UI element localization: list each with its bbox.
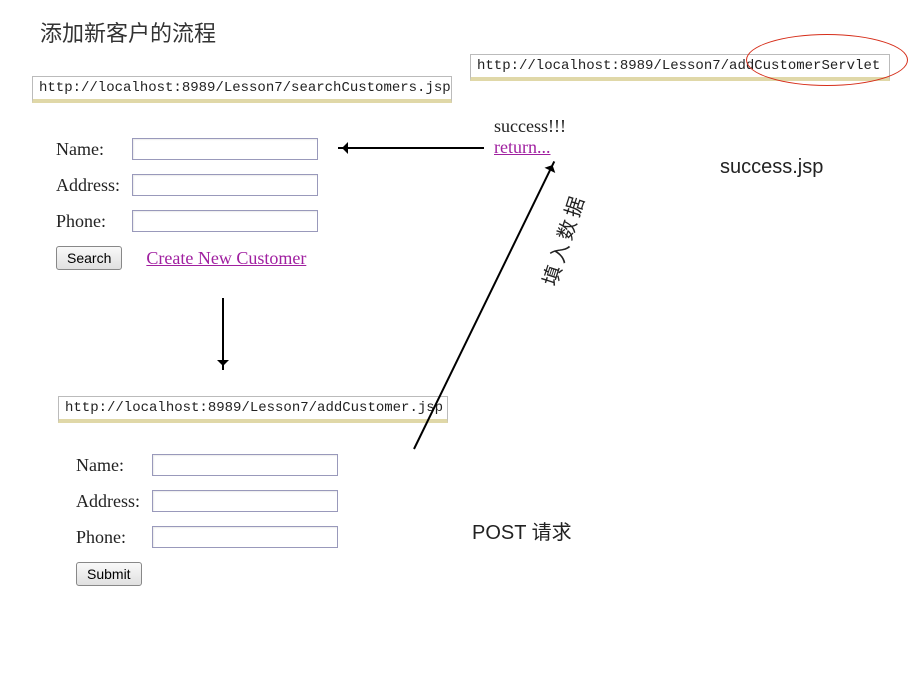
name-field-2[interactable] [152, 454, 338, 476]
phone-label-2: Phone: [76, 527, 152, 548]
diagram-title: 添加新客户的流程 [40, 16, 216, 48]
phone-field-2[interactable] [152, 526, 338, 548]
name-label: Name: [56, 139, 132, 160]
address-label-2: Address: [76, 491, 152, 512]
address-field[interactable] [132, 174, 318, 196]
highlight-ellipse [746, 34, 908, 86]
success-text: success!!! [494, 116, 566, 137]
url-bar-add: http://localhost:8989/Lesson7/addCustome… [58, 396, 448, 423]
create-new-customer-link[interactable]: Create New Customer [146, 248, 306, 269]
return-link[interactable]: return... [494, 137, 550, 157]
label-success-jsp: success.jsp [720, 156, 823, 179]
add-form: Name: Address: Phone: Submit [76, 454, 338, 586]
label-post-request: POST 请求 [472, 516, 572, 545]
name-label-2: Name: [76, 455, 152, 476]
address-field-2[interactable] [152, 490, 338, 512]
arrow-add-to-servlet [413, 161, 555, 449]
phone-field[interactable] [132, 210, 318, 232]
label-fill-data: 填入数据 [534, 189, 591, 289]
submit-button[interactable]: Submit [76, 562, 142, 586]
arrow-return-to-search [338, 147, 484, 149]
name-field[interactable] [132, 138, 318, 160]
success-page: success!!! return... [494, 116, 566, 158]
arrow-create-to-add [222, 298, 224, 370]
address-label: Address: [56, 175, 132, 196]
phone-label: Phone: [56, 211, 132, 232]
search-button[interactable]: Search [56, 246, 122, 270]
search-form: Name: Address: Phone: Search Create New … [56, 138, 318, 270]
url-bar-search: http://localhost:8989/Lesson7/searchCust… [32, 76, 452, 103]
